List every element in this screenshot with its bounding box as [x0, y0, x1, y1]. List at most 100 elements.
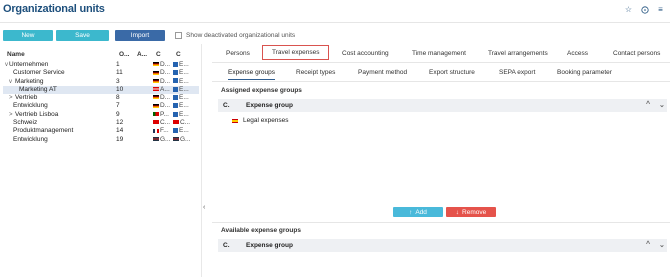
tree-row-country: D... — [153, 102, 170, 110]
col-c[interactable]: C. — [223, 102, 230, 109]
tree-row-selected[interactable]: Marketing AT 10 A... E... — [3, 85, 199, 95]
tree-row-currency: E... — [173, 94, 189, 102]
tree-row[interactable]: Entwicklung 19 G... G... — [3, 136, 199, 144]
arrow-down-icon: ↓ — [455, 208, 460, 216]
tree-row-number: 12 — [116, 119, 124, 127]
sort-up-icon[interactable]: ^ — [646, 241, 650, 248]
subtab-receipt-types[interactable]: Receipt types — [296, 69, 335, 76]
tree-row-country: D... — [153, 69, 170, 77]
expand-icon[interactable]: > — [9, 94, 13, 102]
flag-de-icon — [153, 95, 159, 100]
tree-row-currency: E... — [173, 127, 189, 135]
col-expense-group[interactable]: Expense group — [246, 242, 293, 249]
tree-row-number: 19 — [116, 135, 124, 143]
title-bar: Organizational units ☆ ≡ — [0, 0, 670, 20]
tab-travel-expenses[interactable]: Travel expenses — [262, 45, 330, 60]
tree-row-country: D... — [153, 94, 170, 102]
tab-access[interactable]: Access — [567, 50, 588, 57]
tab-time-management[interactable]: Time management — [412, 50, 466, 57]
add-button[interactable]: ↑ Add — [393, 207, 443, 217]
collapse-left-icon[interactable]: ‹ — [203, 204, 205, 211]
subtab-sepa-export[interactable]: SEPA export — [499, 69, 535, 76]
tree-row-currency: G... — [173, 136, 190, 144]
org-tree: v Unternehmen 1 D... E... Customer Servi… — [3, 61, 199, 144]
new-button[interactable]: New — [3, 29, 53, 41]
save-button[interactable]: Save — [56, 29, 109, 41]
assigned-row[interactable]: Legal expenses — [218, 115, 667, 127]
tree-row-name: Marketing — [15, 77, 44, 85]
tree-row-country: P... — [153, 111, 169, 119]
tree-row-number: 9 — [116, 110, 120, 118]
subtab-export-structure[interactable]: Export structure — [429, 69, 475, 76]
tab-contact-persons[interactable]: Contact persons — [613, 50, 660, 57]
tree-row-name: Schweiz — [13, 119, 38, 127]
expand-icon[interactable]: v — [5, 61, 8, 69]
header-divider — [0, 22, 670, 23]
tree-row-currency: E... — [173, 102, 189, 110]
remove-button[interactable]: ↓ Remove — [446, 207, 496, 217]
expand-icon[interactable]: > — [9, 111, 13, 119]
actions-divider — [212, 222, 670, 223]
tree-row[interactable]: v Marketing 3 D... E... — [3, 78, 199, 86]
subtab-booking-parameter[interactable]: Booking parameter — [557, 69, 612, 76]
menu-icon[interactable]: ≡ — [656, 5, 665, 14]
tabs-divider — [212, 62, 670, 63]
tree-row[interactable]: Schweiz 12 C... C... — [3, 119, 199, 127]
subtab-expense-groups[interactable]: Expense groups — [228, 69, 275, 80]
tree-row-number: 14 — [116, 127, 124, 135]
tree-row-country: D... — [153, 61, 170, 69]
tree-row-number: 10 — [116, 85, 124, 93]
tree-row-currency: C... — [173, 119, 190, 127]
assigned-title: Assigned expense groups — [221, 87, 302, 94]
sort-up-icon[interactable]: ^ — [646, 101, 650, 108]
col-expense-group[interactable]: Expense group — [246, 102, 293, 109]
tree-row-number: 8 — [116, 94, 120, 102]
star-icon[interactable]: ☆ — [624, 5, 633, 14]
tree-row[interactable]: > Vertrieb Lisboa 9 P... E... — [3, 111, 199, 119]
currency-icon — [173, 111, 178, 117]
subtab-payment-method[interactable]: Payment method — [358, 69, 407, 76]
help-icon[interactable] — [640, 5, 649, 14]
col-o[interactable]: O... — [119, 51, 129, 58]
tree-row-number: 11 — [116, 69, 123, 77]
sort-down-icon[interactable]: ⌄ — [659, 101, 665, 109]
tree-row-country: A... — [153, 86, 170, 94]
available-title: Available expense groups — [221, 227, 301, 234]
flag-gb-icon — [153, 136, 159, 141]
tree-row-country: G... — [153, 136, 170, 144]
expense-group-label: Legal expenses — [243, 117, 289, 124]
flag-fr-icon — [153, 128, 159, 133]
tree-row-number: 7 — [116, 102, 120, 110]
currency-icon — [173, 86, 178, 92]
tree-row-name: Vertrieb — [15, 94, 38, 102]
tree-row-number: 3 — [116, 77, 120, 85]
col-c1[interactable]: C — [156, 51, 161, 58]
flag-pt-icon — [153, 112, 159, 117]
tab-travel-arrangements[interactable]: Travel arrangements — [488, 50, 548, 57]
tree-row[interactable]: Entwicklung 7 D... E... — [3, 102, 199, 110]
tree-header: Name O... A... C C — [3, 48, 199, 60]
tree-row[interactable]: Produktmanagement 14 F... E... — [3, 127, 199, 135]
flag-de-icon — [153, 62, 159, 67]
header-icons: ☆ ≡ — [624, 5, 665, 14]
tab-cost-accounting[interactable]: Cost accounting — [342, 50, 389, 57]
col-c2[interactable]: C — [176, 51, 181, 58]
currency-icon — [173, 70, 178, 76]
tree-row[interactable]: v Unternehmen 1 D... E... — [3, 61, 199, 69]
tree-row[interactable]: > Vertrieb 8 D... E... — [3, 94, 199, 102]
col-c[interactable]: C. — [223, 242, 230, 249]
import-button[interactable]: Import — [115, 29, 165, 41]
expand-icon[interactable]: v — [9, 78, 12, 86]
tree-row-name: Vertrieb Lisboa — [15, 110, 59, 118]
col-name[interactable]: Name — [7, 51, 25, 58]
col-a[interactable]: A... — [137, 51, 147, 58]
tree-row-name: Entwicklung — [13, 135, 48, 143]
tab-persons[interactable]: Persons — [226, 50, 250, 57]
flag-de-icon — [153, 103, 159, 108]
splitter[interactable] — [201, 44, 202, 277]
sort-down-icon[interactable]: ⌄ — [659, 241, 665, 249]
show-deactivated-checkbox[interactable] — [175, 31, 182, 39]
flag-ch-icon — [173, 120, 179, 125]
currency-icon — [173, 61, 178, 67]
tree-row[interactable]: Customer Service 11 D... E... — [3, 69, 199, 77]
